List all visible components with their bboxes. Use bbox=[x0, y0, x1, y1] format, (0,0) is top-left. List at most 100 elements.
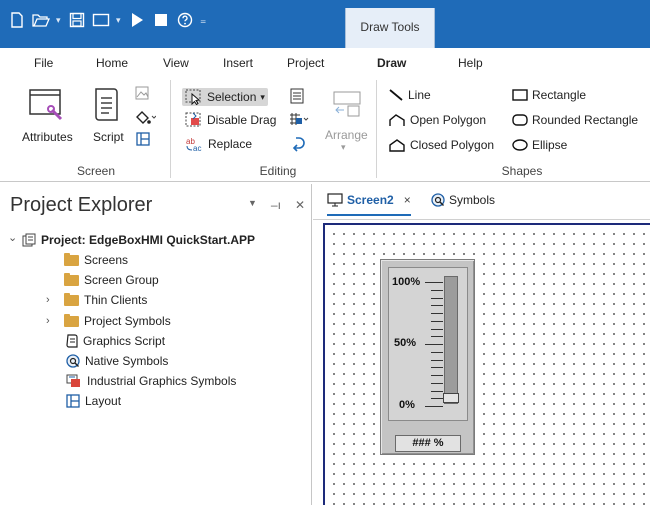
stop-icon[interactable] bbox=[152, 11, 170, 29]
arrange-icon[interactable] bbox=[332, 90, 362, 120]
tree-item-layout[interactable]: Layout bbox=[66, 394, 121, 408]
arrange-dropdown-icon[interactable]: ▾ bbox=[341, 142, 346, 153]
help-icon[interactable] bbox=[176, 11, 194, 29]
ellipse-button[interactable]: Ellipse bbox=[512, 138, 567, 152]
layout-grid-icon[interactable] bbox=[136, 132, 150, 146]
tree-item-label: Layout bbox=[85, 394, 122, 408]
ribbon-tabs: File Home View Insert Project Draw Help bbox=[0, 48, 650, 76]
rectangle-button[interactable]: Rectangle bbox=[512, 88, 586, 102]
chevron-right-icon[interactable]: › bbox=[46, 294, 50, 306]
document-tabs: Screen2 × Symbols bbox=[313, 184, 650, 220]
folder-icon bbox=[64, 292, 79, 306]
tab-file[interactable]: File bbox=[34, 56, 53, 70]
script-icon bbox=[66, 334, 78, 348]
gauge-tick bbox=[431, 320, 443, 322]
layout-icon bbox=[66, 394, 80, 408]
tree-item-native-symbols[interactable]: Native Symbols bbox=[66, 354, 168, 368]
slider-gauge-symbol[interactable]: 100% 50% 0% ### % bbox=[380, 259, 475, 455]
fill-color-icon[interactable] bbox=[134, 110, 156, 126]
draw-tools-contextual-tab: Draw Tools bbox=[345, 8, 435, 48]
run-icon[interactable] bbox=[128, 11, 146, 29]
tab-project[interactable]: Project bbox=[287, 56, 324, 70]
script-button[interactable]: Script bbox=[93, 130, 124, 144]
tree-item-thin-clients[interactable]: Thin Clients bbox=[64, 292, 147, 307]
tab-draw[interactable]: Draw bbox=[374, 56, 409, 76]
disable-drag-button[interactable]: Disable Drag bbox=[185, 112, 276, 128]
tree-item-screens[interactable]: Screens bbox=[64, 252, 129, 267]
window-options-icon[interactable]: ▼ bbox=[248, 198, 257, 212]
closed-polygon-button[interactable]: Closed Polygon bbox=[388, 138, 494, 152]
gauge-tick bbox=[431, 375, 443, 376]
gauge-slider-thumb[interactable] bbox=[443, 393, 459, 403]
gauge-tick bbox=[425, 344, 443, 345]
rectangle-label: Rectangle bbox=[532, 88, 587, 102]
tree-item-label: Project Symbols bbox=[84, 314, 171, 328]
line-button[interactable]: Line bbox=[388, 88, 431, 102]
tree-item-label: Graphics Script bbox=[83, 334, 166, 348]
screen-icon bbox=[327, 193, 343, 207]
folder-icon bbox=[64, 272, 79, 286]
open-folder-icon[interactable] bbox=[32, 11, 50, 29]
close-icon[interactable]: ✕ bbox=[295, 198, 305, 212]
attributes-icon[interactable] bbox=[28, 86, 66, 124]
undo-icon[interactable] bbox=[292, 136, 306, 152]
disable-drag-icon bbox=[185, 112, 201, 127]
gauge-face: 100% 50% 0% bbox=[388, 267, 468, 421]
line-label: Line bbox=[408, 88, 431, 102]
screen-dropdown-icon[interactable]: ▾ bbox=[116, 15, 122, 26]
open-polygon-button[interactable]: Open Polygon bbox=[388, 113, 486, 127]
new-file-icon[interactable] bbox=[8, 11, 26, 29]
shapes-group-label: Shapes bbox=[501, 164, 543, 178]
tree-root-project[interactable]: Project: EdgeBoxHMI QuickStart.APP bbox=[22, 233, 255, 247]
pin-icon[interactable]: –ı bbox=[271, 198, 281, 212]
tab-insert[interactable]: Insert bbox=[223, 56, 253, 70]
tab-symbols[interactable]: Symbols bbox=[431, 193, 495, 207]
drawing-canvas[interactable]: 100% 50% 0% ### % bbox=[323, 223, 650, 505]
chevron-down-icon[interactable]: ⌄ bbox=[8, 231, 17, 244]
gauge-tick bbox=[431, 305, 443, 307]
replace-button[interactable]: ab ac Replace bbox=[186, 136, 252, 152]
tree-item-graphics-script[interactable]: Graphics Script bbox=[66, 334, 165, 348]
tree-item-label: Industrial Graphics Symbols bbox=[87, 374, 237, 388]
tab-help[interactable]: Help bbox=[458, 56, 483, 70]
tree-item-industrial-graphics-symbols[interactable]: Industrial Graphics Symbols bbox=[66, 374, 236, 388]
folder-icon bbox=[64, 252, 79, 266]
save-icon[interactable] bbox=[68, 11, 86, 29]
image-icon[interactable] bbox=[135, 86, 149, 100]
properties-icon[interactable] bbox=[290, 88, 304, 104]
gauge-tick bbox=[431, 289, 443, 291]
rounded-rectangle-label: Rounded Rectangle bbox=[532, 113, 639, 127]
native-symbols-icon bbox=[431, 193, 445, 207]
replace-icon: abac bbox=[186, 137, 201, 152]
attributes-button[interactable]: Attributes bbox=[22, 130, 73, 144]
tab-view[interactable]: View bbox=[163, 56, 189, 70]
tab-home[interactable]: Home bbox=[96, 56, 128, 70]
ribbon: Attributes Script Screen Selection ▾ Dis… bbox=[0, 74, 650, 182]
tree-item-project-symbols[interactable]: Project Symbols bbox=[64, 313, 171, 328]
close-tab-icon[interactable]: × bbox=[404, 193, 411, 207]
grid-snap-icon[interactable] bbox=[288, 112, 310, 126]
arrange-button[interactable]: Arrange bbox=[325, 128, 368, 142]
tab-screen2[interactable]: Screen2 × bbox=[327, 193, 411, 216]
tree-item-label: Screens bbox=[84, 253, 129, 267]
gauge-tick bbox=[431, 328, 443, 330]
ribbon-separator bbox=[376, 80, 377, 178]
open-dropdown-icon[interactable]: ▾ bbox=[56, 15, 62, 26]
selection-button[interactable]: Selection ▾ bbox=[182, 88, 268, 106]
selection-icon bbox=[185, 89, 201, 105]
title-bar: ▾ ▾ ₌ Draw Tools bbox=[0, 0, 650, 48]
script-icon[interactable] bbox=[91, 86, 123, 124]
disable-drag-label: Disable Drag bbox=[207, 113, 277, 127]
customize-toolbar-icon[interactable]: ₌ bbox=[200, 13, 206, 27]
closed-polygon-label: Closed Polygon bbox=[410, 138, 495, 152]
screen-icon[interactable] bbox=[92, 11, 110, 29]
chevron-right-icon[interactable]: › bbox=[46, 315, 50, 327]
rectangle-icon bbox=[512, 89, 528, 101]
gauge-label-min: 0% bbox=[399, 399, 415, 411]
rounded-rectangle-button[interactable]: Rounded Rectangle bbox=[512, 113, 638, 127]
tree-root-label: Project: EdgeBoxHMI QuickStart.APP bbox=[41, 233, 256, 247]
gauge-tick bbox=[425, 406, 443, 407]
open-polygon-label: Open Polygon bbox=[410, 113, 487, 127]
project-icon bbox=[22, 233, 36, 247]
tree-item-screen-group[interactable]: Screen Group bbox=[64, 272, 159, 287]
